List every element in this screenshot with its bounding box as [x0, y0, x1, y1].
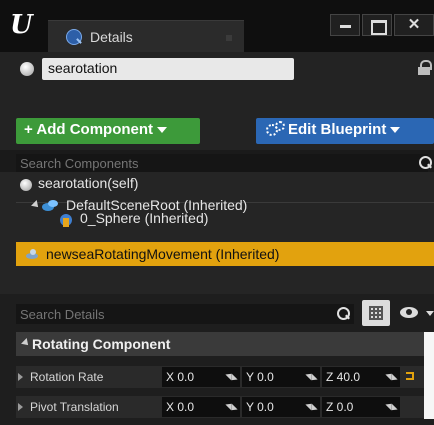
- maximize-icon[interactable]: [362, 14, 392, 36]
- ue-logo-icon: U: [10, 10, 33, 40]
- rotating-movement-icon: [26, 249, 40, 261]
- sphere-mesh-icon: [58, 212, 74, 228]
- actor-sphere-icon: [20, 62, 34, 76]
- category-title: Rotating Component: [32, 336, 171, 352]
- field-value: X 0.0: [166, 400, 195, 414]
- tree-item-label: newseaRotatingMovement (Inherited): [46, 246, 280, 262]
- search-components-input[interactable]: [16, 154, 428, 172]
- chevron-down-icon[interactable]: [426, 311, 434, 316]
- close-glyph: ✕: [407, 16, 421, 33]
- drag-spin-icon[interactable]: [306, 371, 316, 383]
- property-label: Rotation Rate: [30, 370, 104, 384]
- tree-item-rotating-movement[interactable]: newseaRotatingMovement (Inherited): [16, 242, 434, 266]
- field-value: Y 0.0: [246, 370, 274, 384]
- expand-arrow-icon[interactable]: [18, 373, 23, 381]
- property-row-rotation-rate: Rotation Rate X 0.0 Y 0.0 Z 40.0: [16, 366, 424, 388]
- add-component-button[interactable]: + Add Component: [16, 118, 200, 144]
- drag-spin-icon[interactable]: [226, 371, 236, 383]
- field-value: Y 0.0: [246, 400, 274, 414]
- edit-blueprint-button[interactable]: Edit Blueprint: [256, 118, 434, 144]
- minimize-icon[interactable]: [330, 14, 360, 36]
- gears-icon: [266, 121, 285, 136]
- drag-spin-icon[interactable]: [226, 401, 236, 413]
- search-icon[interactable]: [336, 306, 350, 322]
- chevron-down-icon: [390, 127, 401, 134]
- tab-label: Details: [90, 29, 133, 45]
- object-name-field[interactable]: searotation: [42, 58, 294, 80]
- search-details-input[interactable]: [16, 304, 354, 324]
- rotation-rate-z-field[interactable]: Z 40.0: [322, 367, 400, 387]
- chevron-down-icon: [157, 127, 168, 134]
- component-toolbar: + Add Component Edit Blueprint: [0, 88, 434, 150]
- drag-spin-icon[interactable]: [386, 371, 396, 383]
- details-tab-icon: [66, 29, 82, 45]
- property-row-pivot-translation: Pivot Translation X 0.0 Y 0.0 Z 0.0: [16, 396, 424, 418]
- category-header[interactable]: Rotating Component: [16, 332, 434, 356]
- expand-arrow-icon[interactable]: [18, 403, 23, 411]
- edit-blueprint-label: Edit Blueprint: [288, 121, 387, 138]
- property-label: Pivot Translation: [30, 400, 119, 414]
- expand-arrow-icon[interactable]: [21, 338, 31, 348]
- tab-details[interactable]: Details: [48, 20, 244, 52]
- pivot-translation-z-field[interactable]: Z 0.0: [322, 397, 400, 417]
- drag-spin-icon[interactable]: [386, 401, 396, 413]
- tree-item-label: 0_Sphere (Inherited): [80, 210, 209, 226]
- lock-icon[interactable]: [418, 60, 432, 76]
- search-icon[interactable]: [418, 155, 432, 171]
- tab-options-dot[interactable]: [226, 35, 232, 41]
- component-tree: searotation(self) DefaultSceneRoot (Inhe…: [0, 172, 434, 294]
- details-panel: Rotating Component Rotation Rate X 0.0 Y…: [0, 294, 434, 425]
- close-icon[interactable]: ✕: [394, 14, 434, 36]
- reset-to-default-icon[interactable]: [406, 372, 414, 380]
- object-name-row: searotation: [0, 52, 434, 88]
- rotation-rate-x-field[interactable]: X 0.0: [162, 367, 240, 387]
- pivot-translation-x-field[interactable]: X 0.0: [162, 397, 240, 417]
- drag-spin-icon[interactable]: [306, 401, 316, 413]
- title-bar: U Details ✕: [0, 0, 434, 52]
- add-component-label: + Add Component: [24, 121, 154, 138]
- pivot-translation-y-field[interactable]: Y 0.0: [242, 397, 320, 417]
- field-value: Z 40.0: [326, 370, 361, 384]
- rotation-rate-y-field[interactable]: Y 0.0: [242, 367, 320, 387]
- grid-view-icon[interactable]: [362, 300, 390, 326]
- tree-item-default-scene-root[interactable]: DefaultSceneRoot (Inherited): [0, 182, 434, 213]
- field-value: Z 0.0: [326, 400, 354, 414]
- panel-edge: [424, 332, 434, 419]
- field-value: X 0.0: [166, 370, 195, 384]
- tree-item-sphere[interactable]: 0_Sphere (Inherited): [0, 206, 434, 230]
